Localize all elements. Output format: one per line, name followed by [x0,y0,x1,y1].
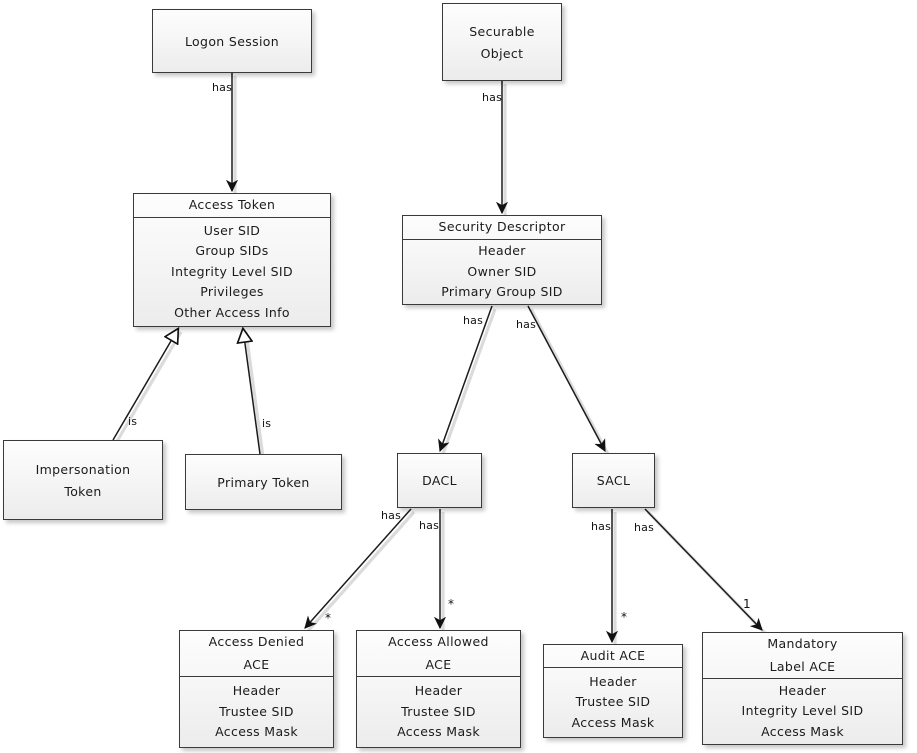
node-attribute: Access Mask [761,723,844,739]
edge-shadow [529,308,610,455]
edge-shadow [441,308,497,455]
edge-shadow [244,331,265,458]
node-header-line: Security Descriptor [438,219,566,235]
node-attribute: Primary Group SID [441,284,563,300]
node-dacl[interactable]: DACL [397,453,482,508]
node-security-descriptor[interactable]: Security Descriptor Header Owner SID Primar… [402,215,602,305]
edge-primary-token-is-access-token[interactable] [243,329,261,455]
node-attribute: Header [478,243,526,259]
edge-shadow [306,510,416,633]
edge-dacl-has-access-denied-ace[interactable] [304,508,412,629]
node-mandatory-label-ace[interactable]: Mandatory Label ACE Header Integrity Level … [702,632,903,745]
node-access-denied-ace[interactable]: Access Denied ACE Header Trustee SID Access … [179,630,334,748]
node-header-line: Access Denied [208,634,305,649]
node-header-line: Label ACE [769,658,836,674]
node-attribute: Header [232,683,281,699]
edge-label-dacl-has-access-allowed-ace: has [419,519,440,532]
node-logon-session[interactable]: Logon Session [152,9,312,73]
edge-label-dacl-has-access-denied-ace: has [381,509,402,522]
node-header-primary-token: Primary Token [186,455,341,509]
node-header-line: ACE [425,656,452,672]
node-header-securable-object: Securable Object [443,4,561,80]
node-header-line: Securable [469,23,535,39]
node-header-line: Impersonation [35,461,131,477]
edge-label-securable-object-has-security-descriptor: has [482,91,503,104]
node-attribute: Header [589,673,637,689]
node-attribute: Access Mask [397,724,480,740]
node-attribute: Header [414,683,463,699]
node-attribute: Trustee SID [401,703,476,719]
node-body-access-token: User SID Group SIDs Integrity Level SID Pri… [134,218,330,326]
node-audit-ace[interactable]: Audit ACE Header Trustee SID Access Mask [543,644,683,738]
node-attribute: Integrity Level SID [171,263,293,279]
edge-label-sacl-has-mandatory-label-ace: has [634,521,655,534]
node-header-line: Logon Session [184,33,280,49]
node-header-audit-ace: Audit ACE [544,645,682,668]
multiplicity-label-dacl-has-access-allowed-ace: * [448,597,454,611]
node-attribute: Group SIDs [195,243,269,259]
multiplicity-label-sacl-has-audit-ace: * [621,610,627,624]
node-securable-object[interactable]: Securable Object [442,3,562,81]
edge-shadow [114,331,183,444]
edge-shadow-group [114,76,767,645]
node-body-security-descriptor: Header Owner SID Primary Group SID [403,240,601,304]
edge-label-impersonation-token-is-access-token: is [128,415,138,428]
node-header-sacl: SACL [573,454,654,507]
node-header-access-allowed-ace: Access Allowed ACE [357,631,520,677]
node-attribute: Access Mask [215,724,298,740]
node-attribute: Trustee SID [575,694,651,710]
node-attribute: Trustee SID [219,703,294,719]
node-header-line: ACE [243,656,270,672]
node-attribute: Integrity Level SID [741,703,864,719]
multiplicity-label-dacl-has-access-denied-ace: * [325,611,331,625]
node-attribute: Access Mask [571,714,655,730]
node-header-logon-session: Logon Session [153,10,311,72]
edge-label-logon-session-has-access-token: has [212,81,233,94]
node-attribute: Owner SID [467,263,537,279]
node-attribute: Header [778,682,827,698]
node-header-access-token: Access Token [134,194,330,218]
node-body-audit-ace: Header Trustee SID Access Mask [544,668,682,737]
edge-shadow [646,510,767,635]
node-header-line: Object [480,46,524,61]
node-attribute: Privileges [200,284,264,300]
diagram-canvas: Logon Session Securable Object Access Token… [0,0,917,753]
edge-impersonation-token-is-access-token[interactable] [112,329,178,441]
node-sacl[interactable]: SACL [572,453,655,508]
edge-line-group [112,73,763,644]
edge-security-descriptor-has-sacl[interactable] [527,305,606,452]
node-body-access-denied-ace: Header Trustee SID Access Mask [180,677,333,747]
edge-label-sacl-has-audit-ace: has [591,520,612,533]
multiplicity-label-sacl-has-mandatory-label-ace: 1 [743,597,751,611]
node-primary-token[interactable]: Primary Token [185,454,342,510]
node-header-line: Mandatory [767,636,838,651]
edge-label-security-descriptor-has-sacl: has [516,318,537,331]
edge-security-descriptor-has-dacl[interactable] [438,305,493,453]
node-header-line: DACL [422,473,457,489]
node-impersonation-token[interactable]: Impersonation Token [3,440,163,520]
node-attribute: User SID [203,222,261,238]
edge-label-primary-token-is-access-token: is [262,417,272,430]
node-header-line: SACL [596,473,631,489]
node-header-access-denied-ace: Access Denied ACE [180,631,333,677]
node-header-security-descriptor: Security Descriptor [403,216,601,240]
node-attribute: Other Access Info [174,304,290,320]
node-header-line: Token [64,484,102,499]
node-access-token[interactable]: Access Token User SID Group SIDs Integrity … [133,193,331,327]
node-header-dacl: DACL [398,454,481,507]
node-header-line: Primary Token [217,474,310,490]
node-header-line: Access Allowed [388,634,489,649]
edge-label-security-descriptor-has-dacl: has [463,314,484,327]
node-header-mandatory-label-ace: Mandatory Label ACE [703,633,902,679]
node-header-line: Access Token [188,197,276,213]
node-access-allowed-ace[interactable]: Access Allowed ACE Header Trustee SID Access… [356,630,521,748]
edge-sacl-has-mandatory-label-ace[interactable] [644,508,763,631]
node-header-line: Audit ACE [580,647,646,663]
node-header-impersonation-token: Impersonation Token [4,441,162,519]
node-body-mandatory-label-ace: Header Integrity Level SID Access Mask [703,679,902,744]
node-body-access-allowed-ace: Header Trustee SID Access Mask [357,677,520,747]
